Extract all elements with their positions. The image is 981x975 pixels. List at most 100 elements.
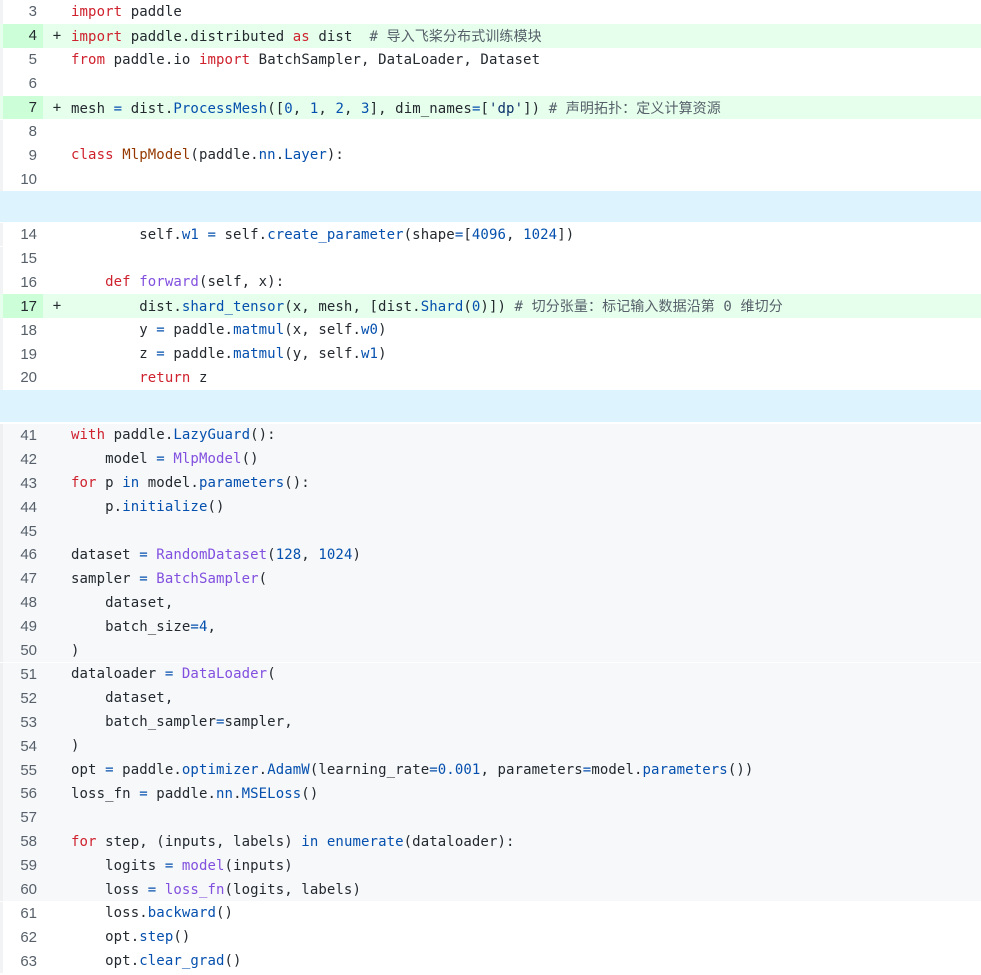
- code-token: ():: [284, 475, 310, 492]
- line-number[interactable]: 48: [3, 594, 43, 611]
- line-number[interactable]: 6: [3, 75, 43, 92]
- line-number[interactable]: 3: [3, 3, 43, 20]
- code-token: =: [156, 346, 165, 363]
- code-token: BatchSampler, DataLoader, Dataset: [250, 51, 541, 68]
- code-token: import: [71, 3, 123, 20]
- code-token: RandomDataset: [156, 546, 268, 563]
- code-token: MSELoss: [241, 785, 302, 802]
- code-token: parameters: [198, 475, 285, 492]
- context-line: 5 from paddle.io import BatchSampler, Dat…: [0, 47, 981, 72]
- diff-marker: +: [52, 99, 62, 116]
- hunk-separator[interactable]: [0, 390, 981, 422]
- code-token: w0: [361, 322, 379, 339]
- code-token: dataset: [71, 546, 140, 563]
- line-number[interactable]: 61: [3, 905, 43, 922]
- code-token: paddle.: [105, 427, 174, 444]
- line-number[interactable]: 8: [3, 123, 43, 140]
- code-token: 1024: [318, 546, 353, 563]
- code-token: sampler: [71, 570, 140, 587]
- context-line: 15: [0, 246, 981, 271]
- context-line: 20 return z: [0, 366, 981, 390]
- code-token: with: [71, 427, 106, 444]
- context-line: 6: [0, 71, 981, 96]
- line-number[interactable]: 45: [3, 523, 43, 540]
- context-line: 47 sampler = BatchSampler(: [0, 566, 981, 591]
- code-token: loss: [71, 881, 148, 898]
- line-number[interactable]: 43: [3, 475, 43, 492]
- line-number[interactable]: 18: [3, 322, 43, 339]
- context-line: 19 z = paddle.matmul(y, self.w1): [0, 342, 981, 366]
- line-number[interactable]: 56: [3, 785, 43, 802]
- context-line: 53 batch_sampler=sampler,: [0, 710, 981, 735]
- line-number[interactable]: 5: [3, 51, 43, 68]
- line-number[interactable]: 49: [3, 618, 43, 635]
- code-token: paddle: [122, 3, 182, 20]
- line-number[interactable]: 51: [3, 666, 43, 683]
- code-text: p.initialize(): [71, 499, 225, 515]
- code-token: ): [378, 346, 387, 363]
- line-number[interactable]: 50: [3, 642, 43, 659]
- code-token: 3: [361, 100, 370, 117]
- line-number[interactable]: 16: [3, 274, 43, 291]
- code-token: )]): [480, 299, 515, 316]
- code-token: from: [71, 51, 106, 68]
- line-number[interactable]: 55: [3, 762, 43, 779]
- code-token: forward: [139, 274, 199, 291]
- line-number[interactable]: 15: [3, 250, 43, 267]
- line-number[interactable]: 44: [3, 499, 43, 516]
- line-number[interactable]: 59: [3, 857, 43, 874]
- line-number[interactable]: 19: [3, 346, 43, 363]
- line-number[interactable]: 41: [3, 427, 43, 444]
- code-text: self.w1 = self.create_parameter(shape=[4…: [71, 227, 574, 243]
- hunk-separator[interactable]: [0, 190, 981, 222]
- code-token: def: [105, 274, 131, 291]
- code-token: .: [275, 147, 285, 164]
- line-number[interactable]: 17: [3, 294, 43, 319]
- code-token: y: [71, 322, 157, 339]
- code-token: step: [139, 929, 174, 946]
- code-text: dataset,: [71, 595, 173, 611]
- line-number[interactable]: 47: [3, 570, 43, 587]
- code-token: ,: [318, 100, 336, 117]
- line-number[interactable]: 54: [3, 738, 43, 755]
- code-token: 4096: [471, 226, 507, 243]
- code-token: dataset,: [71, 690, 174, 707]
- line-number[interactable]: 4: [3, 23, 43, 48]
- code-token: as: [292, 28, 310, 45]
- code-token: =: [139, 785, 148, 802]
- code-token: optimizer: [181, 762, 259, 779]
- code-text: batch_sampler=sampler,: [71, 714, 293, 730]
- line-number[interactable]: 53: [3, 714, 43, 731]
- line-number[interactable]: 7: [3, 95, 43, 120]
- line-number[interactable]: 63: [3, 953, 43, 970]
- context-line: 59 logits = model(inputs): [0, 853, 981, 878]
- code-text: batch_size=4,: [71, 619, 216, 635]
- line-number[interactable]: 62: [3, 929, 43, 946]
- code-text: sampler = BatchSampler(: [71, 571, 267, 587]
- context-line: 8: [0, 119, 981, 144]
- code-text: import paddle.distributed as dist # 导入飞桨…: [71, 26, 542, 46]
- code-token: (self, x):: [198, 274, 285, 291]
- code-token: (): [241, 451, 259, 468]
- line-number[interactable]: 10: [3, 171, 43, 188]
- line-number[interactable]: 42: [3, 451, 43, 468]
- line-number[interactable]: 9: [3, 147, 43, 164]
- context-line: 57: [0, 805, 981, 830]
- context-line: 43 for p in model.parameters():: [0, 471, 981, 496]
- line-number[interactable]: 20: [3, 369, 43, 386]
- line-number[interactable]: 60: [3, 881, 43, 898]
- line-number[interactable]: 57: [3, 809, 43, 826]
- code-token: (: [258, 570, 268, 587]
- line-number[interactable]: 46: [3, 546, 43, 563]
- code-token: loss.: [71, 905, 148, 922]
- code-token: self.: [216, 226, 268, 243]
- line-number[interactable]: 52: [3, 690, 43, 707]
- line-number[interactable]: 58: [3, 833, 43, 850]
- code-token: logits: [71, 857, 165, 874]
- code-token: w1: [361, 346, 379, 363]
- code-token: ([: [267, 100, 285, 117]
- line-number[interactable]: 14: [3, 226, 43, 243]
- code-token: model: [71, 451, 157, 468]
